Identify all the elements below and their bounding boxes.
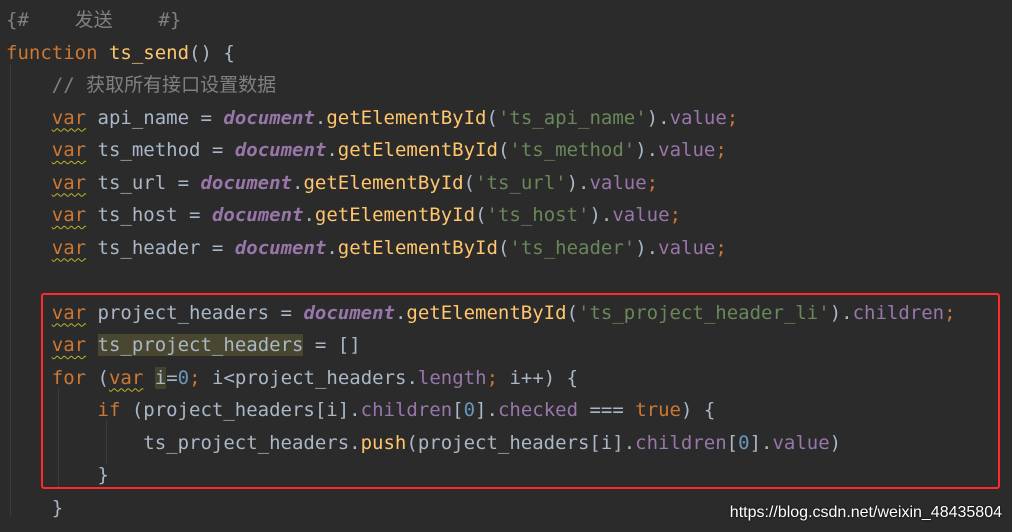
code-line: var ts_method = document.getElementById(… [6,134,727,166]
code-token: var [51,171,87,194]
red-highlight-box [41,293,1000,489]
code-token: ( [486,106,498,129]
code-token: getElementById [337,139,498,161]
code-token: . [326,139,338,161]
code-token: var [51,139,87,161]
watermark-url: https://blog.csdn.net/weixin_48435804 [729,504,1002,521]
code-token: value [589,171,647,194]
code-token: 'ts_url' [475,171,567,194]
code-token: getElementById [326,106,487,129]
code-token: document [200,171,292,194]
code-token: value [612,204,670,226]
code-token: ts_url = [86,171,201,194]
code-editor[interactable]: {# 发送 #} function ts_send() { // 获取所有接口设置… [0,0,1012,532]
code-line: var ts_url = document.getElementById('ts… [6,167,658,199]
code-token: ; [669,204,682,226]
code-token: 'ts_header' [509,236,636,259]
code-token: document [234,236,327,259]
code-token: getElementById [314,204,476,226]
code-token: ts_header = [86,236,235,259]
code-token: ts_host = [86,204,212,226]
code-token: ). [635,139,659,161]
code-line: // 获取所有接口设置数据 [6,69,276,101]
code-line: function ts_send() { [6,37,235,69]
code-token: . [303,204,315,226]
code-token: getElementById [303,171,464,194]
code-token: var [51,106,87,129]
code-token: ; [715,139,727,161]
code-line: } [6,492,63,524]
code-token: {# 发送 #} [6,9,182,31]
code-token: 'ts_method' [509,139,636,161]
code-token: ( [475,204,487,226]
code-token: value [669,106,727,129]
code-token: ). [566,171,590,194]
code-token: ). [635,236,659,259]
code-token: value [658,236,716,259]
code-token: ; [646,171,659,194]
code-token: ). [646,106,670,129]
code-token: () { [189,41,235,64]
code-token: ). [589,204,613,226]
code-token: 'ts_api_name' [497,106,647,129]
code-token: document [234,139,327,161]
code-token: function [6,41,109,64]
code-token: 'ts_host' [486,204,590,226]
code-token: document [211,204,304,226]
code-token: document [223,106,315,129]
code-token: ( [497,236,510,259]
code-line: var ts_host = document.getElementById('t… [6,199,681,231]
code-token: . [314,106,327,129]
code-token: . [326,236,338,259]
code-token: ; [715,236,727,259]
code-token: ; [726,106,739,129]
code-token: var [51,204,87,226]
code-token: ( [463,171,476,194]
code-token: value [658,139,716,161]
code-line: {# 发送 #} [6,4,181,36]
code-token: // 获取所有接口设置数据 [6,74,277,96]
code-token: ( [497,139,510,161]
code-line: var api_name = document.getElementById('… [6,102,738,134]
code-token: api_name = [86,106,224,129]
code-token: } [6,496,64,519]
code-line: var ts_header = document.getElementById(… [6,232,727,264]
code-token: ts_method = [86,139,235,161]
code-token: var [51,236,87,259]
code-token: ts_send [108,41,190,64]
code-token: getElementById [337,236,498,259]
code-token: . [292,171,304,194]
